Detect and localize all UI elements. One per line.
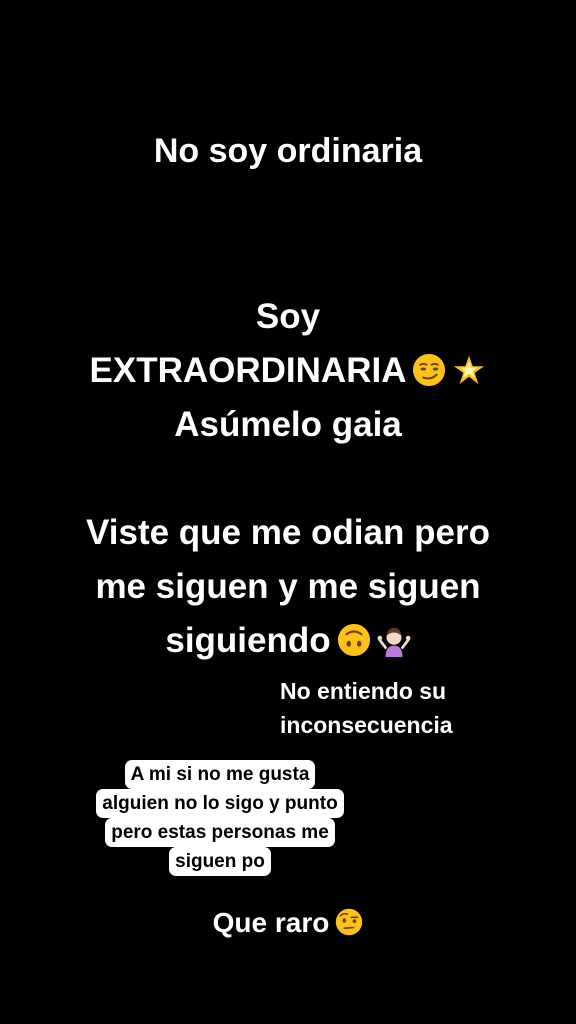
story-text-line: inconsecuencia [280,712,453,738]
story-text-line: Asúmelo gaia [174,405,402,444]
story-canvas: No soy ordinaria Soy EXTRAORDINARIA Asúm… [0,0,576,1024]
face-with-raised-eyebrow-icon [335,908,363,936]
story-text-bubble: A mi si no me gusta alguien no lo sigo y… [60,760,380,876]
story-text-word: EXTRAORDINARIA [89,351,407,390]
story-text-block-odian: Viste que me odian pero me siguen y me s… [0,506,576,668]
person-shrugging-icon [377,623,411,657]
story-text-line-with-emojis: siguiendo [0,614,576,668]
story-text-block-note: No entiendo su inconsecuencia [280,674,490,742]
story-text-line: me siguen y me siguen [95,567,481,606]
story-text-line-with-emojis: Que raro [0,900,576,946]
bubble-line: alguien no lo sigo y punto [96,789,344,818]
bubble-line: A mi si no me gusta [124,760,316,789]
bubble-line: pero estas personas me [105,818,335,847]
story-text-line: Viste que me odian pero [86,513,490,552]
story-text-line: Soy [255,297,321,336]
story-text-word: siguiendo [165,621,331,660]
story-text-line-with-emojis: EXTRAORDINARIA [0,344,576,398]
story-text-block-extraordinaria: Soy EXTRAORDINARIA Asúmelo gaia [0,290,576,452]
smirking-face-icon [412,353,446,387]
upside-down-face-icon [337,623,371,657]
bubble-line: siguen po [169,847,271,876]
glowing-star-icon [452,353,486,387]
story-text-line: No soy ordinaria [153,132,423,170]
story-text-word: Que raro [212,907,330,938]
story-text-line: No entiendo su [280,678,447,704]
